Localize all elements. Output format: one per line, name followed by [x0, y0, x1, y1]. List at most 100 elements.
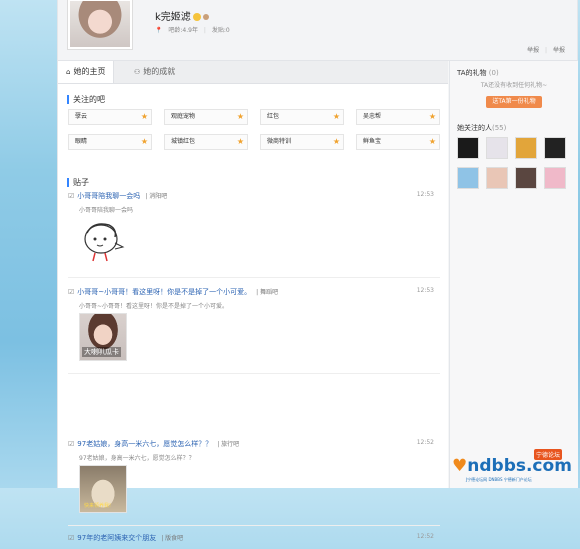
- followed-forums-title: 关注的吧: [67, 95, 105, 104]
- report-link-2[interactable]: 举报: [553, 47, 565, 54]
- forum-item[interactable]: 红包 ★: [260, 109, 344, 125]
- post-time: 12:52: [416, 439, 434, 446]
- post-icon: ☑: [68, 534, 75, 542]
- followed-avatar[interactable]: [486, 137, 508, 159]
- sidebar: TA的礼物 (0) TA还没有收到任何礼物~ 送TA第一份礼物 她关注的人(55…: [449, 61, 578, 488]
- post-image[interactable]: 快来领养我!: [79, 465, 127, 513]
- post-title[interactable]: 小哥哥陪我聊一会吗: [77, 192, 140, 200]
- send-gift-button[interactable]: 送TA第一份礼物: [486, 96, 542, 108]
- post-forum[interactable]: 舞蹈吧: [260, 289, 278, 296]
- followed-people-count: (55): [492, 124, 507, 132]
- forum-item[interactable]: 眼睛 ★: [68, 134, 152, 150]
- post-item: ☑ 97老姑娘，身高一米六七，愿觉怎么样？？ | 旅行吧 12:52 97老姑娘，身…: [68, 439, 440, 526]
- posts-title: 贴子: [67, 178, 89, 187]
- gifts-count: (0): [488, 69, 499, 77]
- emoji-icon-2: [202, 14, 209, 20]
- forum-name: 鲜鱼宝: [363, 138, 382, 145]
- followed-avatar[interactable]: [457, 137, 479, 159]
- star-icon: ★: [428, 137, 436, 146]
- report-link[interactable]: 举报: [527, 47, 539, 54]
- star-icon: ★: [332, 137, 340, 146]
- gifts-title: TA的礼物 (0): [457, 68, 499, 78]
- followed-avatar[interactable]: [515, 167, 537, 189]
- forum-item[interactable]: 微商特训 ★: [260, 134, 344, 150]
- forum-item[interactable]: 鲜鱼宝 ★: [356, 134, 440, 150]
- followed-avatar[interactable]: [544, 167, 566, 189]
- post-forum[interactable]: 消阳吧: [149, 193, 167, 200]
- username: k完姬滤: [155, 8, 209, 23]
- link-divider: |: [545, 47, 548, 54]
- star-icon: ★: [428, 112, 436, 121]
- post-forum-wrap: | 旅行吧: [217, 441, 240, 448]
- forum-item[interactable]: 观庭宠物 ★: [164, 109, 248, 125]
- post-summary: 小哥哥~小哥哥！看这里呀！你是不是掉了一个小可爱。: [79, 303, 229, 310]
- post-time: 12:53: [416, 287, 434, 294]
- image-caption: 大喇叭瓜卡: [82, 347, 121, 357]
- site-watermark-logo: ♥ndbbs.com 宁德论坛 J宁德论坛网 DNBBS 宁德新门户论坛: [452, 449, 572, 482]
- forum-name: 吴忠帮: [363, 113, 382, 120]
- profile-meta: 📍 吧龄:4.9年 | 发贴:0: [155, 25, 230, 34]
- post-title-row: ☑ 97老姑娘，身高一米六七，愿觉怎么样？？ | 旅行吧: [68, 439, 239, 449]
- tieba-age: 吧龄:4.9年: [168, 27, 198, 34]
- post-title-row: ☑ 小哥哥~小哥哥！看这里呀！你是不是掉了一个小可爱。 | 舞蹈吧: [68, 287, 278, 297]
- forum-name: 孽云: [75, 113, 88, 120]
- post-image[interactable]: [79, 217, 127, 265]
- forum-item[interactable]: 孽云 ★: [68, 109, 152, 125]
- image-caption: 快来领养我!: [84, 503, 112, 509]
- post-summary: 97老姑娘，身高一米六七，愿觉怎么样？？: [79, 455, 195, 462]
- post-item: ☑ 小哥哥~小哥哥！看这里呀！你是不是掉了一个小可爱。 | 舞蹈吧 12:53 小哥…: [68, 287, 440, 374]
- logo-tag: 宁德论坛: [533, 449, 562, 460]
- person-icon: ⚇: [134, 68, 141, 76]
- forum-item[interactable]: 吴忠帮 ★: [356, 109, 440, 125]
- logo-subtitle: J宁德论坛网 DNBBS 宁德新门户论坛: [466, 477, 532, 482]
- tab-home[interactable]: ⌂ 她的主页: [58, 61, 115, 83]
- gifts-title-text: TA的礼物: [457, 69, 487, 77]
- header-links: 举报 | 举报: [523, 45, 565, 54]
- profile-page: k完姬滤 📍 吧龄:4.9年 | 发贴:0 举报 | 举报 ⌂ 她的主页 ⚇ 她的成…: [57, 0, 578, 542]
- followed-avatar[interactable]: [515, 137, 537, 159]
- star-icon: ★: [236, 137, 244, 146]
- avatar-image: [70, 1, 130, 47]
- post-summary: 小哥哥陪我聊一会吗: [79, 207, 134, 214]
- post-icon: ☑: [68, 192, 75, 200]
- star-icon: ★: [140, 137, 148, 146]
- username-text: k完姬滤: [155, 12, 191, 23]
- post-item: ☑ 97年的老阿姨来交个朋友 | 版食吧 12:52: [68, 533, 440, 549]
- meta-divider: |: [203, 27, 206, 34]
- post-forum[interactable]: 旅行吧: [221, 441, 239, 448]
- tab-achievements[interactable]: ⚇ 她的成就: [126, 61, 183, 83]
- forum-name: 微商特训: [267, 138, 292, 145]
- post-icon: ☑: [68, 440, 75, 448]
- post-title[interactable]: 97老姑娘，身高一米六七，愿觉怎么样？？: [77, 440, 212, 448]
- followed-avatar[interactable]: [486, 167, 508, 189]
- post-icon: ☑: [68, 288, 75, 296]
- emoji-icon: [192, 13, 201, 21]
- post-title[interactable]: 小哥哥~小哥哥！看这里呀！你是不是掉了一个小可爱。: [77, 288, 251, 296]
- gifts-empty-note: TA还没有收到任何礼物~: [480, 82, 548, 89]
- profile-tabs: ⌂ 她的主页 ⚇ 她的成就: [58, 61, 448, 84]
- heart-icon: ♥: [452, 456, 468, 476]
- main-column: ⌂ 她的主页 ⚇ 她的成就 关注的吧 孽云 ★ 观庭宠物 ★ 红包 ★ 吴忠帮 ★ 眼睛 ★ …: [58, 61, 448, 542]
- forum-name: 红包: [267, 113, 280, 120]
- forum-name: 城镇红包: [171, 138, 196, 145]
- post-time: 12:52: [416, 533, 434, 540]
- cartoon-image: [84, 223, 125, 262]
- forum-item[interactable]: 城镇红包 ★: [164, 134, 248, 150]
- post-title[interactable]: 97年的老阿姨来交个朋友: [77, 534, 156, 542]
- star-icon: ★: [332, 112, 340, 121]
- post-title-row: ☑ 小哥哥陪我聊一会吗 | 消阳吧: [68, 191, 167, 201]
- avatar[interactable]: [67, 0, 133, 50]
- post-forum-wrap: | 消阳吧: [145, 193, 168, 200]
- post-forum[interactable]: 版食吧: [165, 535, 183, 542]
- post-image[interactable]: 大喇叭瓜卡: [79, 313, 127, 361]
- star-icon: ★: [140, 112, 148, 121]
- home-icon: ⌂: [66, 68, 71, 76]
- post-time: 12:53: [416, 191, 434, 198]
- followed-people-title: 她关注的人(55): [457, 123, 506, 133]
- post-count: 发贴:0: [211, 27, 230, 34]
- followed-avatar[interactable]: [544, 137, 566, 159]
- post-title-row: ☑ 97年的老阿姨来交个朋友 | 版食吧: [68, 533, 183, 543]
- tab-achievements-label: 她的成就: [143, 67, 176, 76]
- followed-avatar[interactable]: [457, 167, 479, 189]
- tab-home-label: 她的主页: [73, 67, 106, 76]
